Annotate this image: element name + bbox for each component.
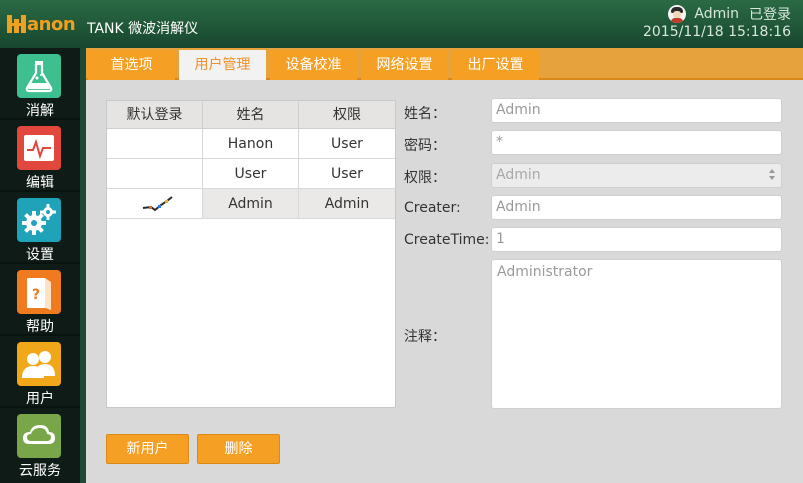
- flask-icon: [17, 54, 61, 98]
- sidebar-item-label: 设置: [26, 247, 54, 263]
- column-header-name: 姓名: [203, 101, 299, 129]
- datetime-display: 2015/11/18 15:18:16: [642, 24, 791, 40]
- note-label: 注释：: [404, 329, 446, 345]
- password-field[interactable]: *: [491, 130, 782, 155]
- current-user-name: Admin: [694, 6, 739, 22]
- select-arrows-icon: [769, 169, 775, 181]
- cell-default-login[interactable]: [107, 159, 203, 189]
- login-state-text: 已登录: [749, 7, 791, 23]
- tab-preferences[interactable]: 首选项: [88, 50, 175, 80]
- cell-default-login[interactable]: [107, 129, 203, 159]
- sidebar-item-label: 编辑: [26, 175, 54, 191]
- cloud-icon: [17, 414, 61, 458]
- title-bar: anon TANK 微波消解仪 Admin 已登录 2015/11/18 15:…: [0, 0, 803, 48]
- cell-name[interactable]: Admin: [203, 189, 299, 219]
- sidebar-item-settings[interactable]: 设置: [0, 192, 80, 263]
- main-panel: 首选项 用户管理 设备校准 网络设置 出厂设置 默认登录 姓名 权限 Hanon…: [86, 48, 803, 483]
- sidebar-item-cloud[interactable]: 云服务: [0, 408, 80, 479]
- help-book-icon: ?: [17, 270, 61, 314]
- hanon-logo: anon: [7, 12, 76, 36]
- app-title: TANK 微波消解仪: [87, 21, 199, 37]
- tab-bar: 首选项 用户管理 设备校准 网络设置 出厂设置: [86, 48, 803, 80]
- creater-field[interactable]: Admin: [491, 195, 782, 220]
- role-select[interactable]: Admin: [491, 163, 782, 188]
- chart-edit-icon: [17, 126, 61, 170]
- creater-label: Creater:: [404, 200, 461, 216]
- name-field[interactable]: Admin: [491, 98, 782, 123]
- createtime-field[interactable]: 1: [491, 227, 782, 252]
- column-header-role: 权限: [299, 101, 395, 129]
- cell-role[interactable]: User: [299, 159, 395, 189]
- cell-role[interactable]: Admin: [299, 189, 395, 219]
- sidebar-item-label: 帮助: [26, 319, 54, 335]
- sidebar-item-label: 用户: [26, 391, 54, 407]
- createtime-label: CreateTime:: [404, 232, 490, 248]
- user-table: 默认登录 姓名 权限 Hanon User User User Admin Ad: [106, 100, 396, 408]
- svg-text:?: ?: [32, 287, 40, 303]
- cell-name[interactable]: Hanon: [203, 129, 299, 159]
- tab-factory-settings[interactable]: 出厂设置: [452, 50, 539, 80]
- tab-device-calibration[interactable]: 设备校准: [270, 50, 357, 80]
- cell-role[interactable]: User: [299, 129, 395, 159]
- logo-h-icon: [7, 13, 26, 35]
- delete-button[interactable]: 删除: [197, 434, 280, 464]
- tab-user-management[interactable]: 用户管理: [179, 50, 266, 80]
- sidebar-item-users[interactable]: 用户: [0, 336, 80, 407]
- login-status: Admin 已登录: [668, 4, 791, 24]
- cell-default-login[interactable]: [107, 189, 203, 219]
- sidebar-item-edit[interactable]: 编辑: [0, 120, 80, 191]
- role-select-value: Admin: [496, 167, 541, 183]
- users-icon: [17, 342, 61, 386]
- gears-icon: [17, 198, 61, 242]
- sidebar-item-help[interactable]: ? 帮助: [0, 264, 80, 335]
- password-label: 密码：: [404, 138, 446, 154]
- logo-text: anon: [27, 13, 76, 35]
- sidebar: 消解 编辑 设置 ? 帮助 用户 云服务: [0, 48, 80, 483]
- cell-name[interactable]: User: [203, 159, 299, 189]
- note-textarea[interactable]: Administrator: [491, 259, 782, 409]
- new-user-button[interactable]: 新用户: [106, 434, 189, 464]
- column-header-default-login: 默认登录: [107, 101, 203, 129]
- role-label: 权限：: [404, 170, 446, 186]
- sidebar-item-label: 云服务: [19, 463, 61, 479]
- sidebar-item-label: 消解: [26, 103, 54, 119]
- sidebar-item-digestion[interactable]: 消解: [0, 48, 80, 119]
- name-label: 姓名：: [404, 106, 446, 122]
- tab-network-settings[interactable]: 网络设置: [361, 50, 448, 80]
- user-avatar-icon: [668, 5, 687, 23]
- default-login-check-icon: [142, 196, 173, 212]
